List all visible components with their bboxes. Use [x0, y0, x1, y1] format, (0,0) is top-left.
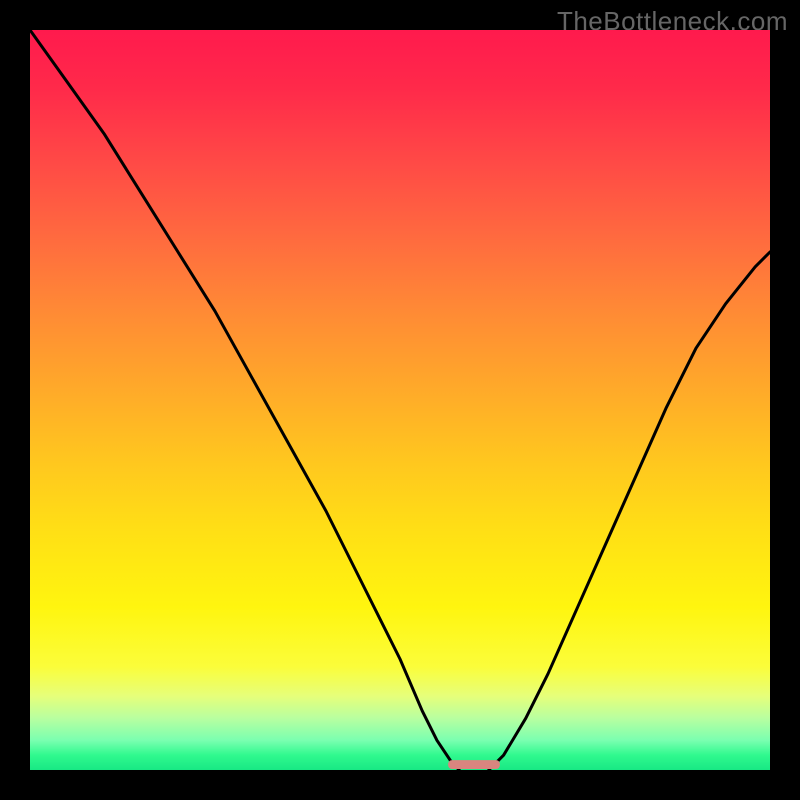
chart-frame: TheBottleneck.com [0, 0, 800, 800]
curve-left-branch [30, 30, 459, 770]
curve-right-branch [489, 252, 770, 770]
minimum-marker [448, 760, 500, 769]
plot-area [30, 30, 770, 770]
plot-svg [30, 30, 770, 770]
